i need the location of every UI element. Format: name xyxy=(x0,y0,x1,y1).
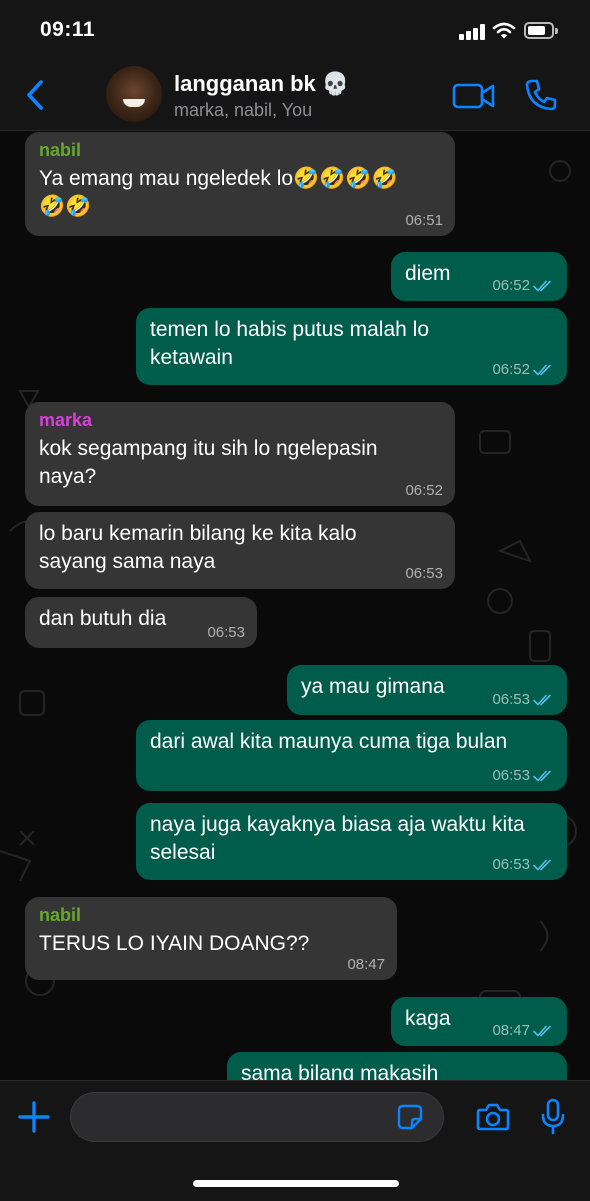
message-timestamp: 06:51 xyxy=(405,212,443,229)
message-timestamp: 06:52 xyxy=(405,482,443,499)
plus-icon[interactable] xyxy=(18,1101,50,1133)
cellular-signal-icon xyxy=(459,24,487,40)
outgoing-message-bubble[interactable]: sama bilang makasih08:47 xyxy=(227,1052,567,1080)
message-timestamp: 08:47 xyxy=(492,1022,530,1039)
message-timestamp: 06:53 xyxy=(207,624,245,641)
wifi-icon xyxy=(492,22,516,39)
message-meta: 06:52 xyxy=(492,361,555,379)
message-timestamp: 08:47 xyxy=(347,956,385,973)
message-text-line: kok segampang itu sih lo ngelepasin xyxy=(39,437,378,460)
outgoing-message-bubble[interactable]: temen lo habis putus malah lo ketawain 06:… xyxy=(136,308,567,385)
message-meta: 06:52 xyxy=(492,277,555,295)
incoming-message-bubble[interactable]: marka kok segampang itu sih lo ngelepasin… xyxy=(25,402,455,506)
message-text-line: naya juga kayaknya biasa aja waktu kita xyxy=(150,813,525,836)
incoming-message-bubble[interactable]: nabil TERUS LO IYAIN DOANG?? 08:47 xyxy=(25,897,397,980)
message-text-line: Ya emang mau ngeledek lo🤣🤣🤣🤣 xyxy=(39,167,398,190)
read-receipt-icon xyxy=(533,694,551,706)
microphone-icon[interactable] xyxy=(540,1098,566,1136)
message-text-line: TERUS LO IYAIN DOANG?? xyxy=(39,932,310,955)
chevron-left-icon[interactable] xyxy=(22,78,48,112)
message-text-line: temen lo habis putus malah lo xyxy=(150,318,429,341)
camera-icon[interactable] xyxy=(476,1102,510,1132)
read-receipt-icon xyxy=(533,859,551,871)
message-timestamp: 06:53 xyxy=(405,565,443,582)
group-avatar[interactable] xyxy=(106,66,162,122)
read-receipt-icon xyxy=(533,1025,551,1037)
chat-header: langganan bk 💀 marka, nabil, You xyxy=(0,60,590,131)
chat-title[interactable]: langganan bk 💀 xyxy=(174,71,349,97)
message-text-line: dari awal kita maunya cuma tiga bulan xyxy=(150,730,508,753)
outgoing-message-bubble[interactable]: diem 06:52 xyxy=(391,252,567,301)
message-text-line: naya? xyxy=(39,465,97,488)
message-sender-name[interactable]: nabil xyxy=(39,904,383,926)
outgoing-message-bubble[interactable]: kaga 08:47 xyxy=(391,997,567,1046)
message-timestamp: 06:53 xyxy=(492,767,530,784)
status-time: 09:11 xyxy=(40,18,96,41)
phone-icon[interactable] xyxy=(524,78,558,112)
outgoing-message-bubble[interactable]: dari awal kita maunya cuma tiga bulan 06:… xyxy=(136,720,567,791)
battery-icon xyxy=(524,22,558,39)
message-timestamp: 06:53 xyxy=(492,856,530,873)
message-text-line: sama bilang makasih xyxy=(241,1062,439,1080)
message-meta: 06:53 xyxy=(492,856,555,874)
outgoing-message-bubble[interactable]: naya juga kayaknya biasa aja waktu kita s… xyxy=(136,803,567,880)
message-meta: 06:53 xyxy=(405,565,443,583)
message-meta: 06:51 xyxy=(405,212,443,230)
read-receipt-icon xyxy=(533,770,551,782)
message-text-line: lo baru kemarin bilang ke kita kalo xyxy=(39,522,357,545)
read-receipt-icon xyxy=(533,364,551,376)
message-meta: 06:52 xyxy=(405,482,443,500)
message-meta: 06:53 xyxy=(207,624,245,642)
message-timestamp: 06:52 xyxy=(492,277,530,294)
message-sender-name[interactable]: marka xyxy=(39,409,441,431)
message-meta: 08:47 xyxy=(492,1022,555,1040)
message-meta: 06:53 xyxy=(492,767,555,785)
message-meta: 08:47 xyxy=(347,956,385,974)
message-text-line: 🤣🤣 xyxy=(39,195,92,218)
message-timestamp: 06:52 xyxy=(492,361,530,378)
home-indicator xyxy=(193,1180,399,1187)
sticker-icon[interactable] xyxy=(396,1103,424,1131)
chat-participants[interactable]: marka, nabil, You xyxy=(174,100,312,121)
read-receipt-icon xyxy=(533,280,551,292)
message-input[interactable] xyxy=(70,1092,444,1142)
video-camera-icon[interactable] xyxy=(452,82,496,110)
incoming-message-bubble[interactable]: nabil Ya emang mau ngeledek lo🤣🤣🤣🤣 🤣🤣 06:51 xyxy=(25,132,455,236)
incoming-message-bubble[interactable]: dan butuh dia 06:53 xyxy=(25,597,257,648)
chat-area[interactable]: nabil Ya emang mau ngeledek lo🤣🤣🤣🤣 🤣🤣 06:51… xyxy=(0,131,590,1080)
incoming-message-bubble[interactable]: lo baru kemarin bilang ke kita kalo sayan… xyxy=(25,512,455,589)
outgoing-message-bubble[interactable]: ya mau gimana 06:53 xyxy=(287,665,567,715)
message-sender-name[interactable]: nabil xyxy=(39,139,441,161)
message-timestamp: 06:53 xyxy=(492,691,530,708)
status-bar: 09:11 xyxy=(0,0,590,60)
message-text-line: sayang sama naya xyxy=(39,550,216,573)
message-meta: 06:53 xyxy=(492,691,555,709)
